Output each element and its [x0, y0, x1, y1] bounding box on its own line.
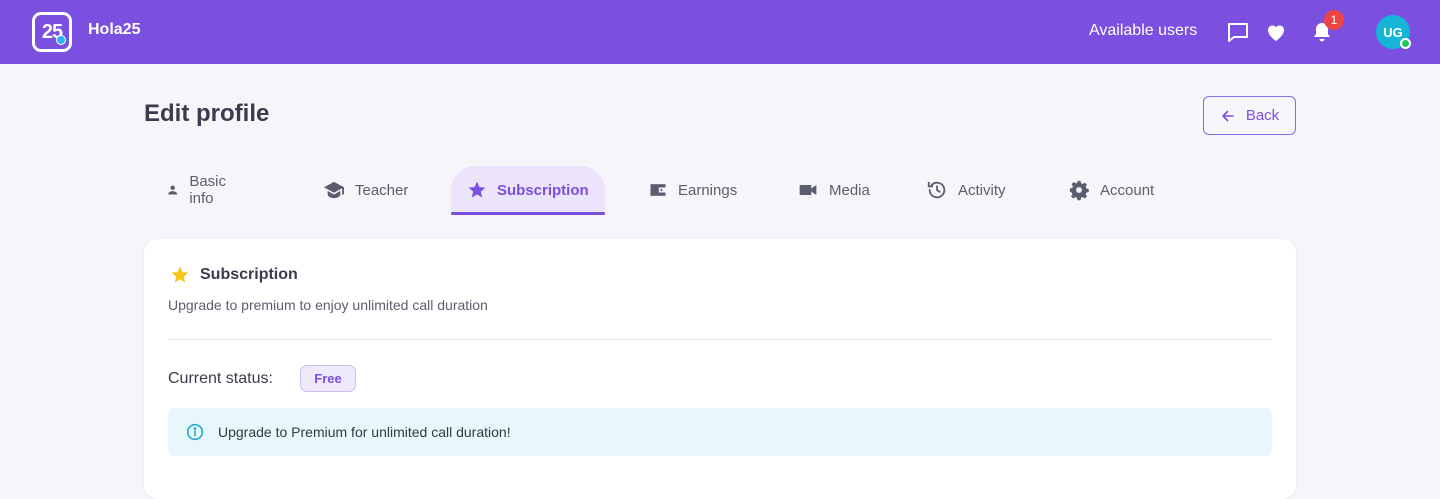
tab-subscription[interactable]: Subscription: [451, 166, 605, 215]
tab-label: Earnings: [678, 181, 738, 199]
card-subtitle: Upgrade to premium to enjoy unlimited ca…: [168, 297, 488, 313]
tab-label: Subscription: [497, 181, 589, 199]
tab-account[interactable]: Account: [1052, 166, 1170, 214]
arrow-left-icon: [1222, 110, 1234, 121]
tab-label: Teacher: [355, 181, 409, 199]
app-name[interactable]: Hola25: [88, 21, 140, 39]
person-icon: [168, 185, 178, 195]
tab-earnings[interactable]: Earnings: [632, 166, 753, 214]
tab-basic-info[interactable]: Basic info: [150, 166, 249, 214]
notification-count-badge: 1: [1324, 10, 1344, 30]
app-logo[interactable]: 25: [32, 12, 72, 52]
current-status-label: Current status:: [168, 370, 273, 387]
card-header: Subscription: [170, 265, 298, 285]
divider: [168, 339, 1272, 340]
tab-label: Account: [1100, 181, 1155, 199]
info-icon: [186, 423, 204, 441]
tab-label: Media: [829, 181, 870, 199]
tab-label: Activity: [958, 181, 1006, 199]
back-button[interactable]: Back: [1203, 96, 1296, 135]
star-icon: [171, 266, 189, 283]
logo-badge-icon: [56, 35, 66, 45]
tab-label: Basic info: [189, 173, 227, 207]
user-avatar[interactable]: UG: [1376, 15, 1411, 49]
online-status-icon: [1400, 38, 1411, 49]
back-label: Back: [1245, 107, 1280, 124]
tab-activity[interactable]: Activity: [910, 166, 1022, 214]
gear-icon: [1069, 180, 1089, 201]
tab-teacher[interactable]: Teacher: [307, 166, 424, 214]
info-alert: Upgrade to Premium for unlimited call du…: [168, 408, 1272, 456]
top-bar: 25 Hola25 Available users 1 UG: [0, 0, 1440, 64]
tab-media[interactable]: Media: [781, 166, 886, 214]
chat-icon[interactable]: [1226, 20, 1250, 44]
heart-icon[interactable]: [1264, 20, 1288, 44]
graduation-cap-icon: [324, 181, 344, 199]
info-text: Upgrade to Premium for unlimited call du…: [218, 424, 511, 440]
history-icon: [927, 181, 946, 199]
wallet-icon: [650, 184, 666, 196]
subscription-card: Subscription Upgrade to premium to enjoy…: [144, 239, 1296, 499]
status-badge: Free: [300, 365, 356, 392]
available-users-link[interactable]: Available users: [1089, 22, 1197, 40]
avatar-initials: UG: [1383, 24, 1403, 40]
page-title: Edit profile: [144, 100, 270, 127]
card-title: Subscription: [200, 266, 298, 283]
video-camera-icon: [799, 185, 817, 195]
star-icon: [468, 181, 486, 198]
